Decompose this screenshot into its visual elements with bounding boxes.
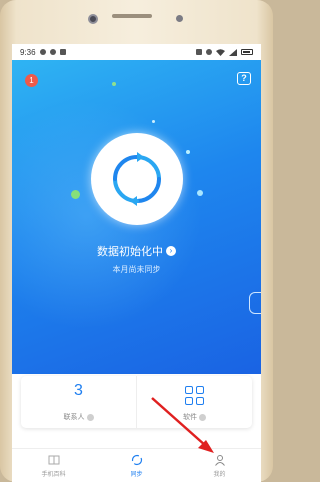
notification-dot-icon	[49, 49, 56, 55]
wifi-icon	[216, 48, 225, 56]
sync-hero-panel: 1 ? 数据初始化中 › 本月尚未同步	[12, 60, 261, 374]
sync-status-title[interactable]: 数据初始化中 ›	[12, 243, 261, 259]
contacts-count: 3	[74, 382, 83, 399]
chevron-right-icon: ›	[166, 246, 176, 256]
sync-icon	[113, 152, 161, 206]
nav-item-encyclopedia[interactable]: 手机百科	[12, 449, 95, 482]
bottom-nav: 手机百科 同步 我的	[12, 448, 261, 482]
status-bar: 9:36	[12, 44, 261, 60]
front-camera	[88, 14, 98, 24]
contacts-summary[interactable]: 3 联系人	[21, 376, 136, 428]
nav-label: 我的	[213, 472, 226, 478]
earpiece-speaker	[112, 14, 152, 18]
nav-label: 同步	[130, 472, 143, 478]
sync-status-text: 数据初始化中	[97, 246, 163, 258]
decor-dot	[71, 190, 80, 199]
proximity-sensor	[176, 15, 183, 22]
battery-icon	[241, 49, 253, 55]
apps-label: 软件	[183, 414, 197, 421]
phone-frame: 9:36 1 ? 数据初始化中 › 本月尚未同步 3 联系人 软件 手机百科 同…	[0, 0, 273, 482]
location-icon	[39, 49, 46, 55]
apps-label-row: 软件	[137, 412, 252, 422]
sync-button[interactable]	[91, 133, 183, 225]
info-badge-icon	[199, 413, 206, 421]
apps-summary[interactable]: 软件	[136, 376, 252, 428]
status-time: 9:36	[20, 47, 36, 57]
nav-item-me[interactable]: 我的	[178, 449, 261, 482]
decor-dot	[112, 82, 116, 86]
nav-item-sync[interactable]: 同步	[95, 449, 178, 482]
apps-grid-icon	[184, 386, 205, 406]
summary-card: 3 联系人 软件	[21, 376, 252, 428]
nav-label: 手机百科	[41, 472, 66, 478]
decor-dot	[152, 120, 155, 123]
book-icon	[48, 455, 59, 465]
sync-icon	[131, 454, 142, 466]
floating-side-handle[interactable]	[249, 292, 261, 314]
help-button[interactable]: ?	[237, 72, 251, 85]
info-badge-icon	[86, 413, 94, 421]
notification-badge[interactable]: 1	[25, 74, 38, 87]
contacts-label-row: 联系人	[21, 412, 136, 422]
signal-icon	[229, 48, 237, 56]
app-screen: 9:36 1 ? 数据初始化中 › 本月尚未同步 3 联系人 软件 手机百科 同…	[12, 44, 261, 482]
contacts-label: 联系人	[63, 414, 85, 421]
alarm-icon	[206, 49, 212, 55]
decor-dot	[186, 150, 190, 154]
sync-status-subtitle: 本月尚未同步	[112, 265, 161, 274]
app-notification-icon	[59, 49, 66, 55]
hero-glow	[12, 100, 202, 330]
person-icon	[214, 455, 225, 466]
decor-dot	[197, 190, 203, 196]
vibrate-icon	[196, 49, 202, 55]
